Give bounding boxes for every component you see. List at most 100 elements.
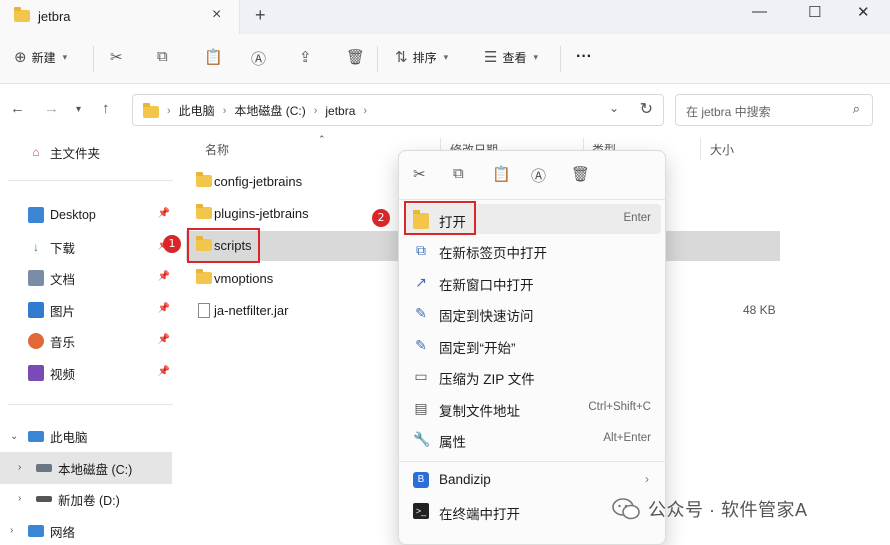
- sidebar-item-local-disk[interactable]: › 本地磁盘 (C:): [0, 452, 172, 484]
- sidebar-item-desktop[interactable]: Desktop 📌: [0, 199, 172, 231]
- recent-chevron-icon[interactable]: ▾: [76, 104, 81, 115]
- menu-item-label: 在新标签页中打开: [439, 246, 547, 261]
- refresh-icon[interactable]: ↻: [640, 99, 653, 119]
- menu-item-shortcut: Alt+Enter: [603, 432, 651, 444]
- pin-icon: ✎: [415, 305, 427, 321]
- sidebar-item-label: 图片: [50, 304, 76, 319]
- tab-jetbra[interactable]: jetbra ×: [0, 0, 240, 34]
- sort-label: 排序: [412, 50, 437, 65]
- paste-button[interactable]: 📋: [204, 48, 223, 66]
- pin-icon[interactable]: 📌: [158, 366, 170, 377]
- sidebar-item-network[interactable]: › 网络: [0, 515, 172, 545]
- up-arrow-icon[interactable]: ↑: [102, 100, 110, 117]
- maximize-button[interactable]: ☐: [808, 3, 821, 21]
- crumb-jetbra[interactable]: jetbra: [325, 104, 355, 118]
- file-name: plugins-jetbrains: [214, 206, 309, 221]
- sort-indicator-icon: ⌃: [318, 134, 326, 144]
- sort-button[interactable]: ⇅ 排序 ▾: [395, 48, 448, 66]
- breadcrumb-separator: ›: [222, 104, 227, 117]
- search-icon: ⌕: [852, 101, 860, 116]
- menu-item-label: 在终端中打开: [439, 507, 520, 522]
- chevron-down-icon: ▾: [62, 51, 68, 62]
- documents-icon: [28, 270, 44, 286]
- column-header-name[interactable]: 名称: [205, 141, 229, 158]
- pin-icon[interactable]: 📌: [158, 271, 170, 282]
- expand-chevron-icon[interactable]: ›: [10, 525, 13, 536]
- sidebar-item-label: 下载: [50, 241, 76, 256]
- menu-item-pin-start[interactable]: ✎ 固定到“开始”: [405, 330, 661, 360]
- navigation-pane: ⌂ 主文件夹 Desktop 📌 ↓ 下载 📌 文档 📌 图片 📌 音乐 📌 视…: [0, 136, 185, 545]
- pin-icon[interactable]: 📌: [158, 303, 170, 314]
- close-window-button[interactable]: ✕: [857, 3, 870, 21]
- delete-button[interactable]: 🗑: [346, 48, 365, 66]
- view-icon: ☰: [484, 49, 498, 66]
- open-new-tab-icon: ⧉: [416, 242, 426, 258]
- expand-chevron-icon[interactable]: ›: [18, 493, 21, 504]
- sidebar-item-this-pc[interactable]: 此电脑: [0, 420, 172, 452]
- menu-item-pin-quick-access[interactable]: ✎ 固定到快速访问: [405, 298, 661, 328]
- zip-icon: ▭: [414, 368, 428, 384]
- menu-item-compress-zip[interactable]: ▭ 压缩为 ZIP 文件: [405, 361, 661, 391]
- paste-icon[interactable]: 📋: [492, 165, 511, 183]
- title-bar: jetbra × + — ☐ ✕: [0, 0, 890, 34]
- rename-icon[interactable]: Ⓐ: [531, 165, 546, 186]
- rename-button[interactable]: Ⓐ: [251, 48, 266, 69]
- step-badge: 2: [372, 209, 390, 227]
- menu-item-label: 复制文件地址: [439, 404, 520, 419]
- sidebar-item-pictures[interactable]: 图片 📌: [0, 294, 172, 326]
- column-header-size[interactable]: 大小: [710, 141, 734, 158]
- menu-item-copy-path[interactable]: ▤ 复制文件地址 Ctrl+Shift+C: [405, 393, 661, 423]
- trash-icon[interactable]: 🗑: [571, 165, 590, 183]
- back-arrow-icon[interactable]: ←: [10, 100, 25, 117]
- expand-chevron-icon[interactable]: ›: [18, 462, 21, 473]
- file-name: config-jetbrains: [214, 174, 303, 189]
- menu-item-label: 属性: [439, 435, 466, 450]
- address-bar[interactable]: › 此电脑 › 本地磁盘 (C:) › jetbra › ⌄ ↻: [132, 94, 664, 126]
- sidebar-item-documents[interactable]: 文档 📌: [0, 262, 172, 294]
- folder-icon: [14, 7, 30, 22]
- new-button[interactable]: ⊕ 新建 ▾: [14, 48, 67, 66]
- crumb-this-pc[interactable]: 此电脑: [179, 102, 215, 119]
- pin-icon: ✎: [415, 337, 427, 353]
- sidebar-item-downloads[interactable]: ↓ 下载 📌: [0, 231, 172, 263]
- copy-path-icon: ▤: [414, 400, 428, 416]
- copy-icon: ⧉: [157, 48, 168, 65]
- sidebar-item-home[interactable]: ⌂ 主文件夹: [0, 136, 172, 168]
- menu-item-bandizip[interactable]: B Bandizip ›: [405, 465, 661, 495]
- sidebar-item-new-volume[interactable]: › 新加卷 (D:): [0, 483, 172, 515]
- close-tab-icon[interactable]: ×: [212, 6, 221, 24]
- pin-icon[interactable]: 📌: [158, 208, 170, 219]
- sidebar-item-videos[interactable]: 视频 📌: [0, 357, 172, 389]
- copy-button[interactable]: ⧉: [157, 48, 168, 65]
- scissors-icon[interactable]: ✂: [413, 165, 426, 183]
- menu-item-open-new-tab[interactable]: ⧉ 在新标签页中打开: [405, 235, 661, 265]
- breadcrumb-separator: ›: [167, 104, 171, 117]
- chevron-down-icon[interactable]: ⌄: [609, 101, 619, 115]
- watermark: 公众号 · 软件管家A: [612, 496, 808, 522]
- pictures-icon: [28, 302, 44, 318]
- step-badge: 1: [163, 235, 181, 253]
- menu-item-open-new-window[interactable]: ↗ 在新窗口中打开: [405, 267, 661, 297]
- more-button[interactable]: ···: [576, 48, 592, 66]
- videos-icon: [28, 365, 44, 381]
- forward-arrow-icon[interactable]: →: [44, 100, 59, 117]
- minimize-button[interactable]: —: [752, 3, 767, 20]
- wechat-logo-icon: [612, 498, 640, 520]
- network-icon: [28, 525, 44, 537]
- view-button[interactable]: ☰ 查看 ▾: [484, 48, 538, 66]
- paste-icon: 📋: [204, 49, 223, 66]
- menu-item-properties[interactable]: 🔧 属性 Alt+Enter: [405, 424, 661, 454]
- search-placeholder: 在 jetbra 中搜索: [686, 105, 771, 119]
- cut-button[interactable]: ✂: [110, 48, 123, 66]
- new-tab-button[interactable]: +: [255, 5, 266, 26]
- sidebar-item-label: 此电脑: [50, 430, 88, 445]
- menu-item-label: 固定到快速访问: [439, 309, 534, 324]
- drive-icon: [36, 496, 52, 502]
- crumb-local-disk[interactable]: 本地磁盘 (C:): [234, 102, 305, 119]
- sidebar-item-music[interactable]: 音乐 📌: [0, 325, 172, 357]
- share-button[interactable]: ⇪: [299, 48, 312, 66]
- copy-icon[interactable]: ⧉: [453, 165, 464, 182]
- search-input[interactable]: 在 jetbra 中搜索 ⌕: [675, 94, 873, 126]
- pin-icon[interactable]: 📌: [158, 334, 170, 345]
- file-icon: [198, 303, 210, 318]
